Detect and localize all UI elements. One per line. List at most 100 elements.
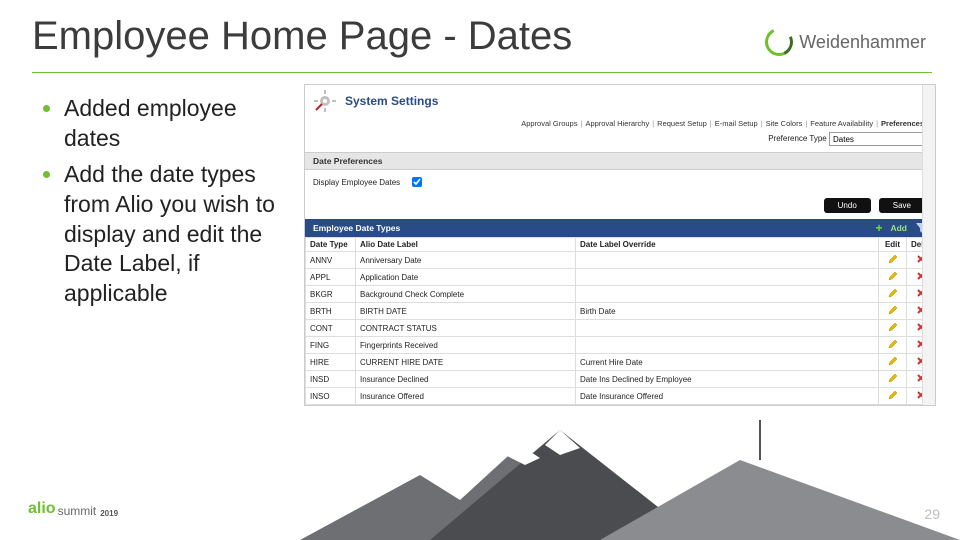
table-row: ORIGORIGINAL HIRE DATEOriginal Hire Date	[306, 405, 935, 407]
cell-override	[576, 269, 879, 286]
cell-date-type: INSD	[306, 371, 356, 388]
plus-icon: +	[875, 222, 882, 234]
bullet-list: Added employee datesAdd the date types f…	[42, 94, 287, 315]
col-override: Date Label Override	[576, 238, 879, 252]
add-button[interactable]: Add	[890, 223, 907, 233]
table-row: FINGFingerprints Received	[306, 337, 935, 354]
mountains-decoration	[0, 420, 960, 540]
undo-button[interactable]: Undo	[824, 198, 871, 213]
cell-alio-label: BIRTH DATE	[356, 303, 576, 320]
footer-word1: alio	[28, 500, 56, 518]
button-row: Undo Save	[305, 194, 935, 219]
tab-separator: |	[761, 119, 763, 128]
tab-preferences[interactable]: Preferences	[881, 119, 924, 128]
date-types-titlebar: Employee Date Types + Add	[305, 219, 935, 237]
pencil-icon[interactable]	[888, 339, 898, 349]
date-types-table: Date Type Alio Date Label Date Label Ove…	[305, 237, 935, 406]
tab-separator: |	[580, 119, 582, 128]
footer-word2: summit	[58, 504, 97, 518]
cell-alio-label: CURRENT HIRE DATE	[356, 354, 576, 371]
cell-date-type: ANNV	[306, 252, 356, 269]
cell-override	[576, 337, 879, 354]
preference-type-label: Preference Type	[768, 134, 827, 143]
title-rule	[32, 72, 932, 73]
preference-type-input[interactable]	[829, 132, 927, 146]
panel-title: System Settings	[345, 94, 438, 108]
col-edit: Edit	[879, 238, 907, 252]
footer-logo: aliosummit 2019	[28, 500, 118, 518]
cell-override	[576, 252, 879, 269]
pencil-icon[interactable]	[888, 373, 898, 383]
gear-icon	[313, 89, 337, 113]
date-types-title: Employee Date Types	[313, 223, 400, 233]
tab-separator: |	[876, 119, 878, 128]
tab-approval-groups[interactable]: Approval Groups	[521, 119, 577, 128]
table-row: APPLApplication Date	[306, 269, 935, 286]
cell-alio-label: Insurance Offered	[356, 388, 576, 405]
system-settings-panel: System Settings Approval Groups|Approval…	[304, 84, 936, 406]
cell-override	[576, 286, 879, 303]
pencil-icon[interactable]	[888, 390, 898, 400]
tab-e-mail-setup[interactable]: E-mail Setup	[715, 119, 758, 128]
table-header-row: Date Type Alio Date Label Date Label Ove…	[306, 238, 935, 252]
slide: Employee Home Page - Dates Weidenhammer …	[0, 0, 960, 540]
cell-alio-label: Background Check Complete	[356, 286, 576, 303]
footer-year: 2019	[100, 509, 118, 518]
brand-name: Weidenhammer	[799, 32, 926, 53]
display-employee-dates-row: Display Employee Dates	[305, 170, 935, 194]
table-row: BRTHBIRTH DATEBirth Date	[306, 303, 935, 320]
cell-override	[576, 320, 879, 337]
cell-override: Birth Date	[576, 303, 879, 320]
table-row: INSDInsurance DeclinedDate Ins Declined …	[306, 371, 935, 388]
table-row: INSOInsurance OfferedDate Insurance Offe…	[306, 388, 935, 405]
cell-override: Current Hire Date	[576, 354, 879, 371]
table-row: HIRECURRENT HIRE DATECurrent Hire Date	[306, 354, 935, 371]
display-employee-dates-label: Display Employee Dates	[313, 178, 400, 187]
tab-separator: |	[652, 119, 654, 128]
cell-alio-label: Insurance Declined	[356, 371, 576, 388]
pencil-icon[interactable]	[888, 305, 898, 315]
tab-site-colors[interactable]: Site Colors	[766, 119, 803, 128]
slide-title: Employee Home Page - Dates	[32, 14, 572, 59]
tab-separator: |	[805, 119, 807, 128]
table-row: ANNVAnniversary Date	[306, 252, 935, 269]
cell-date-type: FING	[306, 337, 356, 354]
cell-override: Date Insurance Offered	[576, 388, 879, 405]
cell-date-type: BRTH	[306, 303, 356, 320]
page-number: 29	[924, 506, 940, 522]
pencil-icon[interactable]	[888, 288, 898, 298]
table-row: BKGRBackground Check Complete	[306, 286, 935, 303]
scrollbar[interactable]	[922, 85, 935, 405]
col-date-type: Date Type	[306, 238, 356, 252]
cell-alio-label: Application Date	[356, 269, 576, 286]
date-preferences-section: Date Preferences	[305, 152, 935, 170]
panel-header: System Settings	[305, 85, 935, 117]
pencil-icon[interactable]	[888, 271, 898, 281]
tab-approval-hierarchy[interactable]: Approval Hierarchy	[585, 119, 649, 128]
cell-date-type: BKGR	[306, 286, 356, 303]
cell-alio-label: CONTRACT STATUS	[356, 320, 576, 337]
preference-type-row: Preference Type	[305, 130, 935, 152]
cell-date-type: CONT	[306, 320, 356, 337]
cell-override: Original Hire Date	[576, 405, 879, 407]
cell-override: Date Ins Declined by Employee	[576, 371, 879, 388]
tab-request-setup[interactable]: Request Setup	[657, 119, 707, 128]
table-row: CONTCONTRACT STATUS	[306, 320, 935, 337]
tab-feature-availability[interactable]: Feature Availability	[810, 119, 873, 128]
swirl-icon	[761, 24, 797, 60]
brand-logo: Weidenhammer	[765, 28, 926, 56]
cell-date-type: HIRE	[306, 354, 356, 371]
cell-date-type: APPL	[306, 269, 356, 286]
cell-alio-label: Anniversary Date	[356, 252, 576, 269]
display-employee-dates-checkbox[interactable]	[412, 177, 422, 187]
pencil-icon[interactable]	[888, 322, 898, 332]
pencil-icon[interactable]	[888, 254, 898, 264]
tabs-bar: Approval Groups|Approval Hierarchy|Reque…	[305, 117, 935, 130]
col-alio-label: Alio Date Label	[356, 238, 576, 252]
cell-date-type: INSO	[306, 388, 356, 405]
save-button[interactable]: Save	[879, 198, 925, 213]
cell-alio-label: ORIGINAL HIRE DATE	[356, 405, 576, 407]
pencil-icon[interactable]	[888, 356, 898, 366]
cell-alio-label: Fingerprints Received	[356, 337, 576, 354]
cell-date-type: ORIG	[306, 405, 356, 407]
